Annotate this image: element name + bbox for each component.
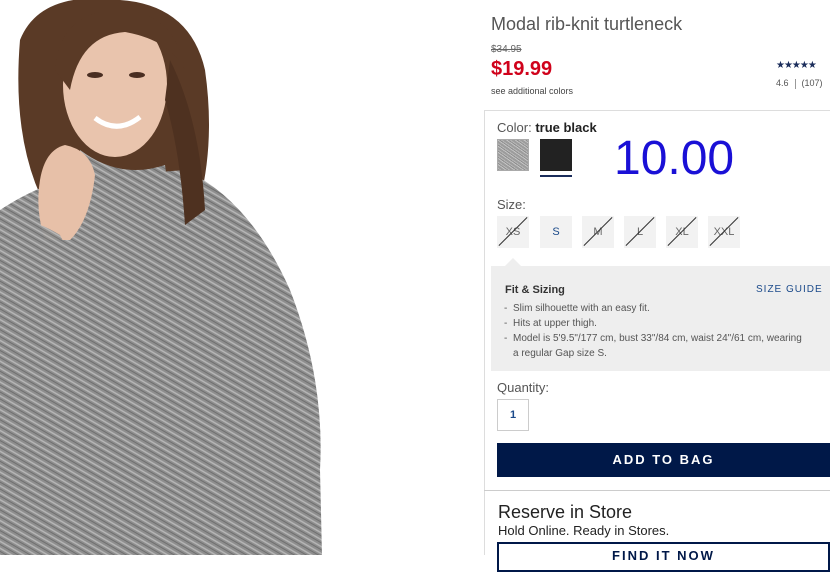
size-m-button[interactable]: M	[582, 216, 614, 248]
size-l-button[interactable]: L	[624, 216, 656, 248]
add-to-bag-button[interactable]: ADD TO BAG	[497, 443, 830, 477]
rating-summary[interactable]: 4.6 (107)	[776, 78, 823, 89]
size-xl-button[interactable]: XL	[666, 216, 698, 248]
reserve-in-store-title: Reserve in Store	[498, 502, 633, 522]
fit-details-list: Slim silhouette with an easy fit. Hits a…	[504, 301, 804, 361]
divider	[794, 78, 796, 89]
rating-value: 4.6	[776, 78, 789, 88]
selected-swatch-indicator	[540, 175, 572, 177]
color-label-text: Color:	[497, 120, 532, 135]
swatch-true-black[interactable]	[540, 139, 572, 171]
size-s-button[interactable]: S	[540, 216, 572, 248]
original-price: $34.95	[491, 44, 522, 55]
sale-price: $19.99	[491, 58, 553, 80]
size-guide-link[interactable]: SIZE GUIDE	[756, 284, 823, 295]
size-label: Size:	[497, 197, 526, 212]
section-divider	[484, 490, 830, 491]
product-photo[interactable]	[0, 0, 470, 555]
star-icons: ★★★★★	[776, 60, 817, 71]
rating-stars[interactable]: ★★★★★	[776, 60, 817, 71]
list-item: Model is 5'9.5"/177 cm, bust 33"/84 cm, …	[504, 331, 804, 361]
review-count: (107)	[801, 78, 823, 88]
overlay-number: 10.00	[614, 132, 735, 185]
size-xxl-button[interactable]: XXL	[708, 216, 740, 248]
panel-border	[484, 110, 485, 555]
swatch-heather-gray[interactable]	[497, 139, 529, 171]
product-title: Modal rib-knit turtleneck	[491, 14, 683, 34]
list-item: Hits at upper thigh.	[504, 316, 804, 331]
selected-color-name: true black	[535, 120, 597, 135]
reserve-in-store-subtitle: Hold Online. Ready in Stores.	[498, 523, 670, 538]
list-item: Slim silhouette with an easy fit.	[504, 301, 804, 316]
quantity-label: Quantity:	[497, 380, 550, 395]
fit-sizing-title: Fit & Sizing	[505, 284, 565, 296]
panel-border	[484, 110, 830, 111]
color-label: Color: true black	[497, 120, 597, 135]
quantity-input[interactable]: 1	[497, 399, 529, 431]
see-additional-colors-link[interactable]: see additional colors	[491, 86, 573, 96]
find-it-now-button[interactable]: FIND IT NOW	[497, 542, 830, 572]
size-xs-button[interactable]: XS	[497, 216, 529, 248]
